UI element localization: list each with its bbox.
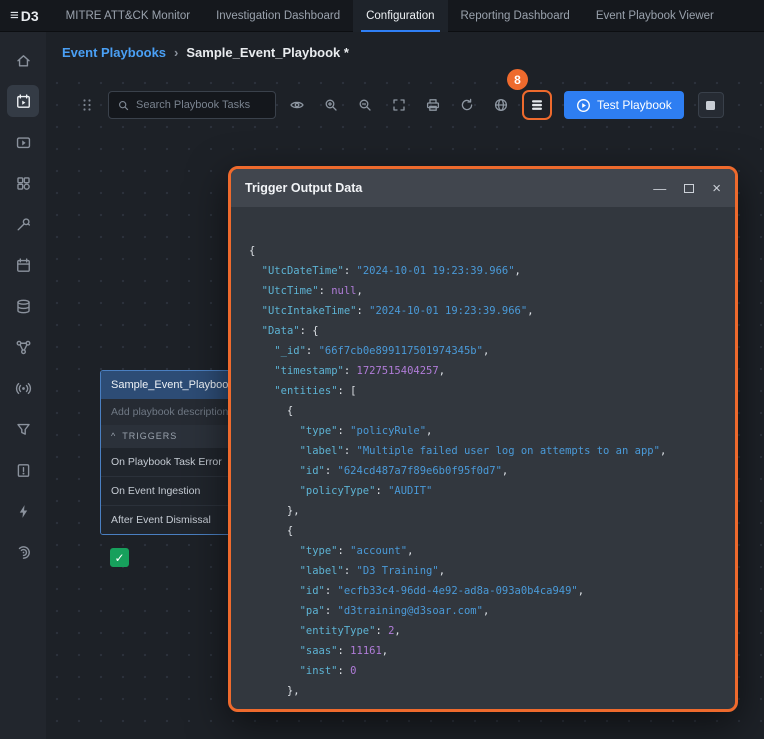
video-player-icon[interactable] bbox=[7, 126, 39, 158]
modal-window-controls: — × bbox=[653, 181, 721, 196]
filter-icon[interactable] bbox=[7, 413, 39, 445]
zoom-out-icon[interactable] bbox=[352, 92, 378, 118]
search-input[interactable] bbox=[136, 99, 267, 111]
visibility-eye-icon[interactable] bbox=[284, 92, 310, 118]
breadcrumb-event-playbooks[interactable]: Event Playbooks bbox=[62, 45, 166, 60]
breadcrumb-separator: › bbox=[174, 45, 178, 60]
breadcrumb-current-playbook: Sample_Event_Playbook * bbox=[186, 45, 349, 60]
breadcrumb: Event Playbooks › Sample_Event_Playbook … bbox=[46, 32, 764, 72]
annotation-step-badge: 8 bbox=[507, 69, 528, 90]
alert-report-icon[interactable] bbox=[7, 454, 39, 486]
d3-logo-icon: ≡ bbox=[10, 7, 19, 24]
nav-item-reporting-dashboard[interactable]: Reporting Dashboard bbox=[448, 0, 583, 32]
nav-item-event-playbook-viewer[interactable]: Event Playbook Viewer bbox=[583, 0, 727, 32]
refresh-icon[interactable] bbox=[454, 92, 480, 118]
stop-button[interactable] bbox=[698, 92, 724, 118]
main-content: Event Playbooks › Sample_Event_Playbook … bbox=[46, 32, 764, 739]
sidebar bbox=[0, 32, 46, 739]
search-box bbox=[108, 91, 276, 119]
tools-icon[interactable] bbox=[7, 208, 39, 240]
fit-to-screen-icon[interactable] bbox=[386, 92, 412, 118]
print-icon[interactable] bbox=[420, 92, 446, 118]
drag-handle-icon[interactable] bbox=[74, 92, 100, 118]
test-playbook-label: Test Playbook bbox=[597, 98, 672, 112]
automation-bolt-icon[interactable] bbox=[7, 495, 39, 527]
modal-header: Trigger Output Data — × bbox=[231, 169, 735, 207]
triggers-header-label: TRIGGERS bbox=[122, 431, 177, 441]
play-icon bbox=[576, 98, 591, 113]
modal-title: Trigger Output Data bbox=[245, 181, 653, 195]
d3-logo: ≡ D3 bbox=[0, 7, 53, 24]
stop-icon bbox=[706, 101, 715, 110]
canvas-toolbar: 8 Test Playbook bbox=[74, 90, 724, 120]
collapse-caret-icon: ^ bbox=[111, 431, 116, 441]
calendar-icon[interactable] bbox=[7, 249, 39, 281]
nav-item-configuration[interactable]: Configuration bbox=[353, 0, 447, 32]
integrations-icon[interactable] bbox=[7, 167, 39, 199]
playbook-icon[interactable] bbox=[7, 85, 39, 117]
modal-body: { "UtcDateTime": "2024-10-01 19:23:39.96… bbox=[231, 207, 735, 711]
broadcast-icon[interactable] bbox=[7, 372, 39, 404]
playbook-canvas[interactable]: 8 Test Playbook Sample_Event_Playbook Ad… bbox=[46, 72, 764, 739]
nav-item-investigation-dashboard[interactable]: Investigation Dashboard bbox=[203, 0, 353, 32]
home-icon[interactable] bbox=[7, 44, 39, 76]
fingerprint-icon[interactable] bbox=[7, 536, 39, 568]
top-nav: ≡ D3 MITRE ATT&CK Monitor Investigation … bbox=[0, 0, 764, 32]
database-icon[interactable] bbox=[7, 290, 39, 322]
close-icon[interactable]: × bbox=[712, 181, 721, 196]
zoom-in-icon[interactable] bbox=[318, 92, 344, 118]
trigger-output-data-icon[interactable]: 8 bbox=[522, 90, 552, 120]
nav-item-mitre-attck-monitor[interactable]: MITRE ATT&CK Monitor bbox=[53, 0, 203, 32]
json-code: { "UtcDateTime": "2024-10-01 19:23:39.96… bbox=[249, 241, 717, 701]
minimize-icon[interactable]: — bbox=[653, 182, 666, 195]
task-checkbox[interactable]: ✓ bbox=[110, 548, 129, 567]
test-playbook-button[interactable]: Test Playbook bbox=[564, 91, 684, 119]
maximize-icon[interactable] bbox=[684, 184, 694, 193]
search-icon bbox=[117, 99, 130, 112]
d3-logo-text: D3 bbox=[21, 8, 39, 24]
workflow-icon[interactable] bbox=[7, 331, 39, 363]
trigger-output-data-modal: Trigger Output Data — × { "UtcDateTime":… bbox=[228, 166, 738, 712]
globe-icon[interactable] bbox=[488, 92, 514, 118]
